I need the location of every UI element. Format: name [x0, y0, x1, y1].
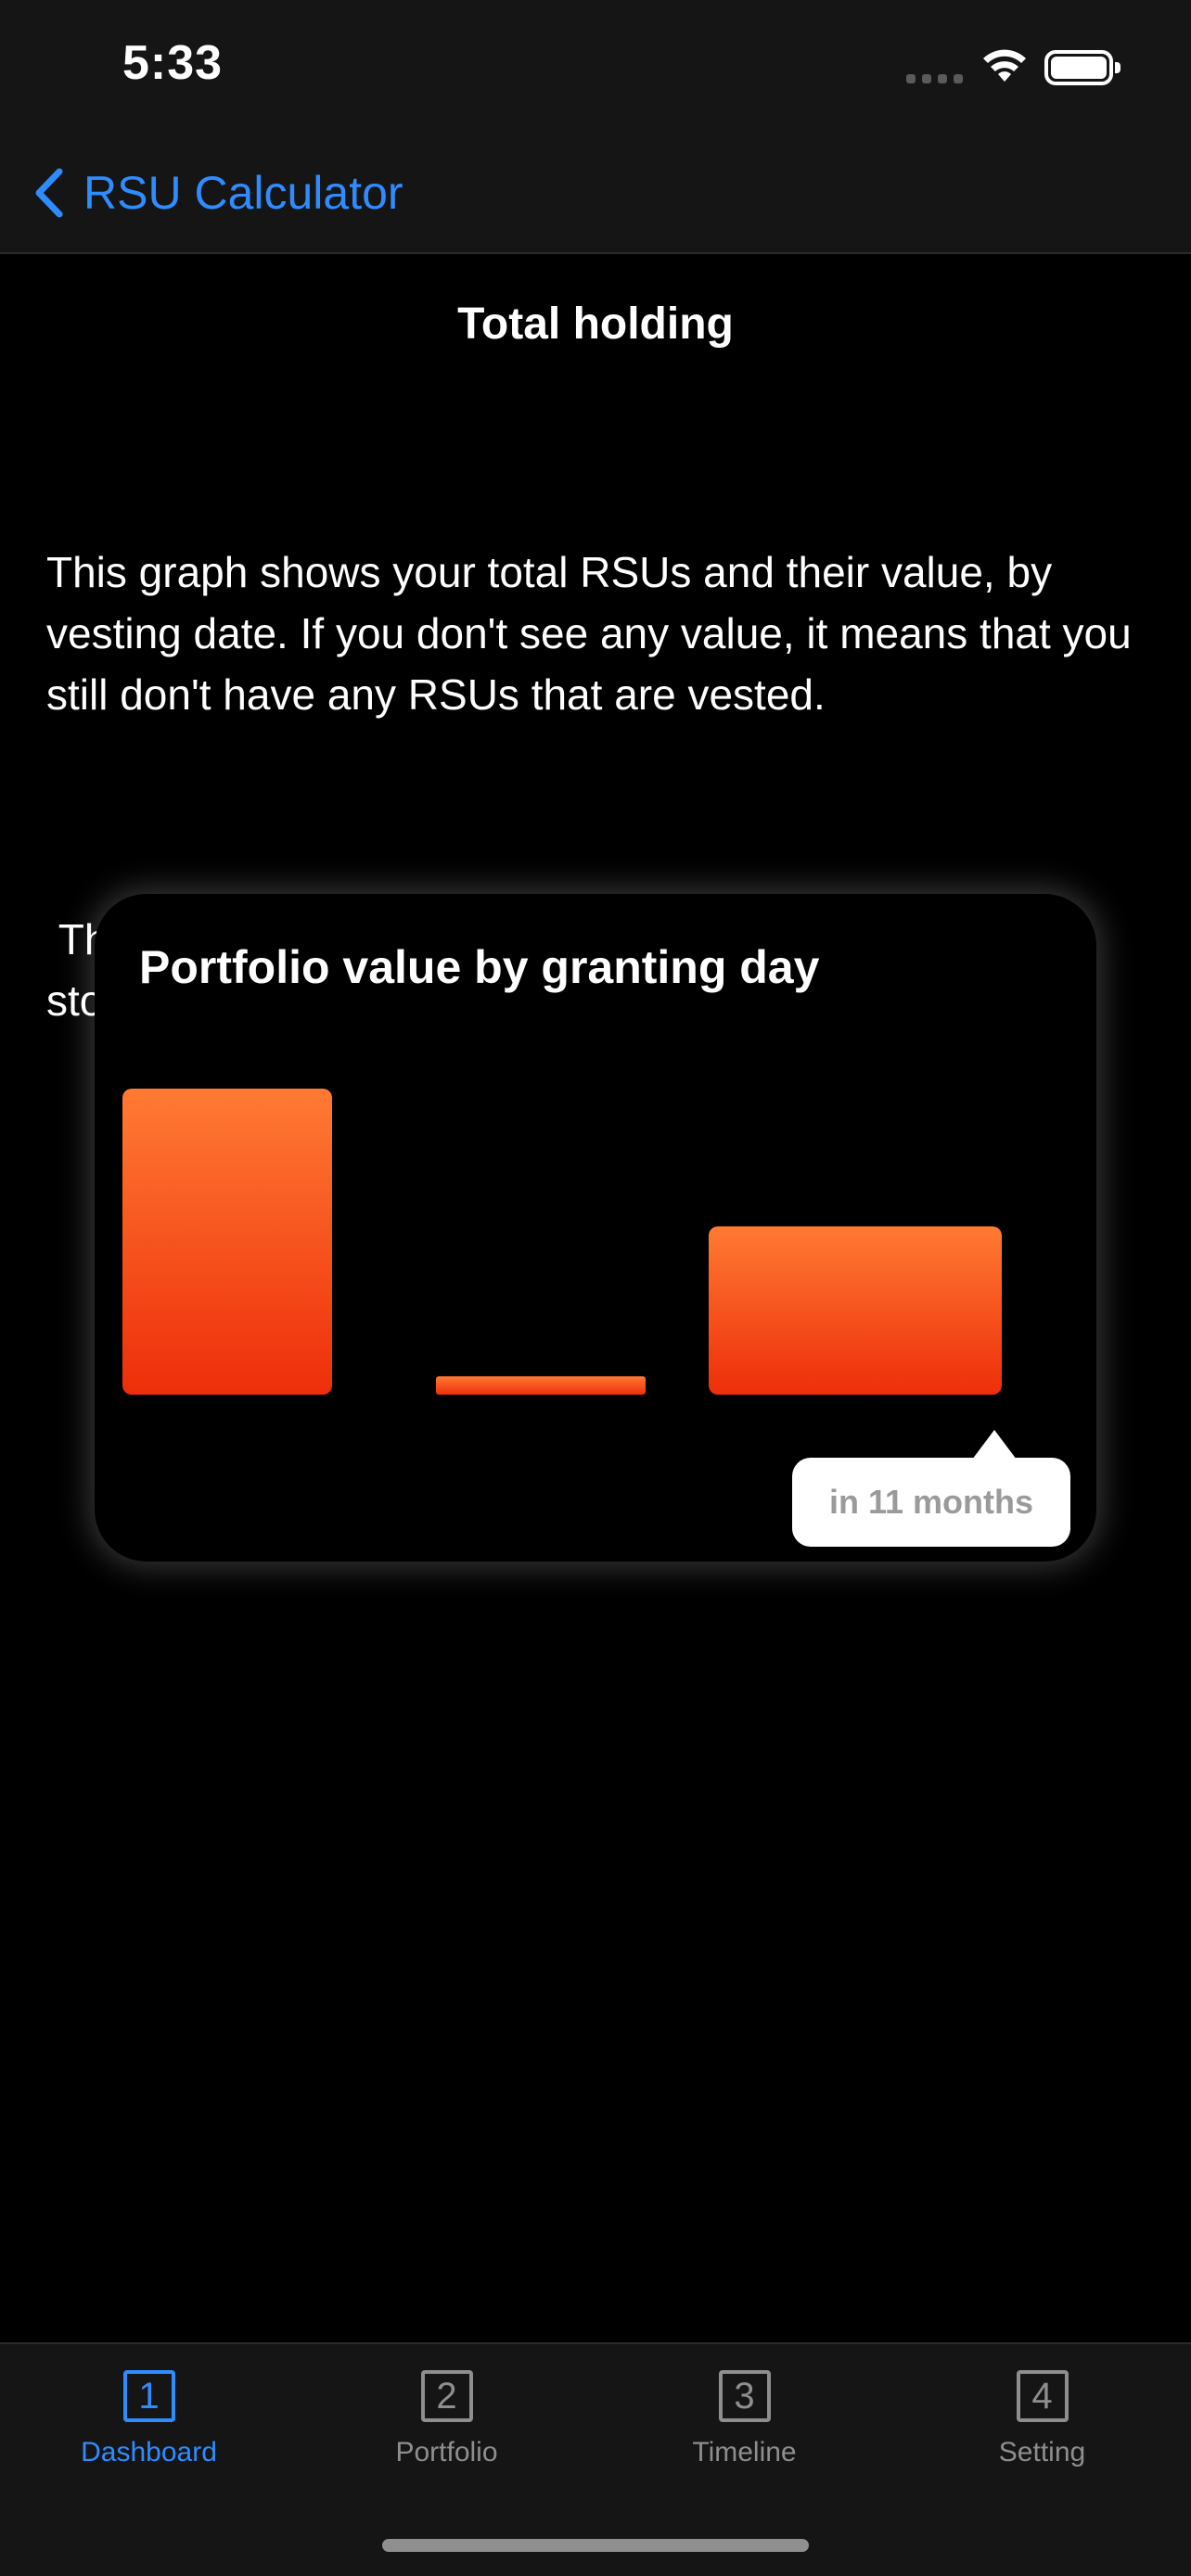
number-4-square-icon: 4 — [1016, 2370, 1069, 2422]
back-button[interactable]: RSU Calculator — [30, 158, 403, 228]
tab-timeline[interactable]: 3 Timeline — [596, 2370, 893, 2491]
tab-label: Portfolio — [395, 2437, 498, 2468]
battery-icon — [1044, 50, 1121, 85]
chart-tooltip: in 11 months — [792, 1458, 1070, 1547]
chart-bar[interactable] — [122, 1089, 332, 1395]
number-2-square-icon: 2 — [420, 2370, 473, 2422]
tab-label: Timeline — [692, 2437, 797, 2468]
chart-bars — [122, 1089, 1002, 1395]
chart-card: Portfolio value by granting day in 11 mo… — [95, 894, 1096, 1562]
status-time: 5:33 — [122, 36, 224, 90]
number-3-square-icon: 3 — [718, 2370, 771, 2422]
wifi-icon — [983, 49, 1026, 82]
tab-setting[interactable]: 4 Setting — [893, 2370, 1191, 2491]
tab-portfolio[interactable]: 2 Portfolio — [298, 2370, 596, 2491]
description-paragraph: This graph shows your total RSUs and the… — [46, 548, 1144, 719]
chart-bar[interactable] — [436, 1376, 646, 1395]
tab-dashboard[interactable]: 1 Dashboard — [0, 2370, 298, 2491]
tab-label: Dashboard — [81, 2437, 217, 2468]
page-title: Total holding — [457, 300, 734, 349]
cellular-signal-icon — [906, 72, 964, 83]
status-bar: 5:33 — [0, 0, 1191, 139]
tooltip-arrow — [972, 1430, 1017, 1460]
chevron-left-icon — [35, 168, 63, 218]
tab-label: Setting — [998, 2437, 1086, 2468]
home-indicator — [382, 2539, 809, 2552]
number-1-square-icon: 1 — [122, 2370, 175, 2422]
navigation-bar: RSU Calculator — [0, 139, 1191, 254]
chart-bar[interactable] — [709, 1226, 1002, 1396]
back-button-label: RSU Calculator — [83, 167, 403, 219]
